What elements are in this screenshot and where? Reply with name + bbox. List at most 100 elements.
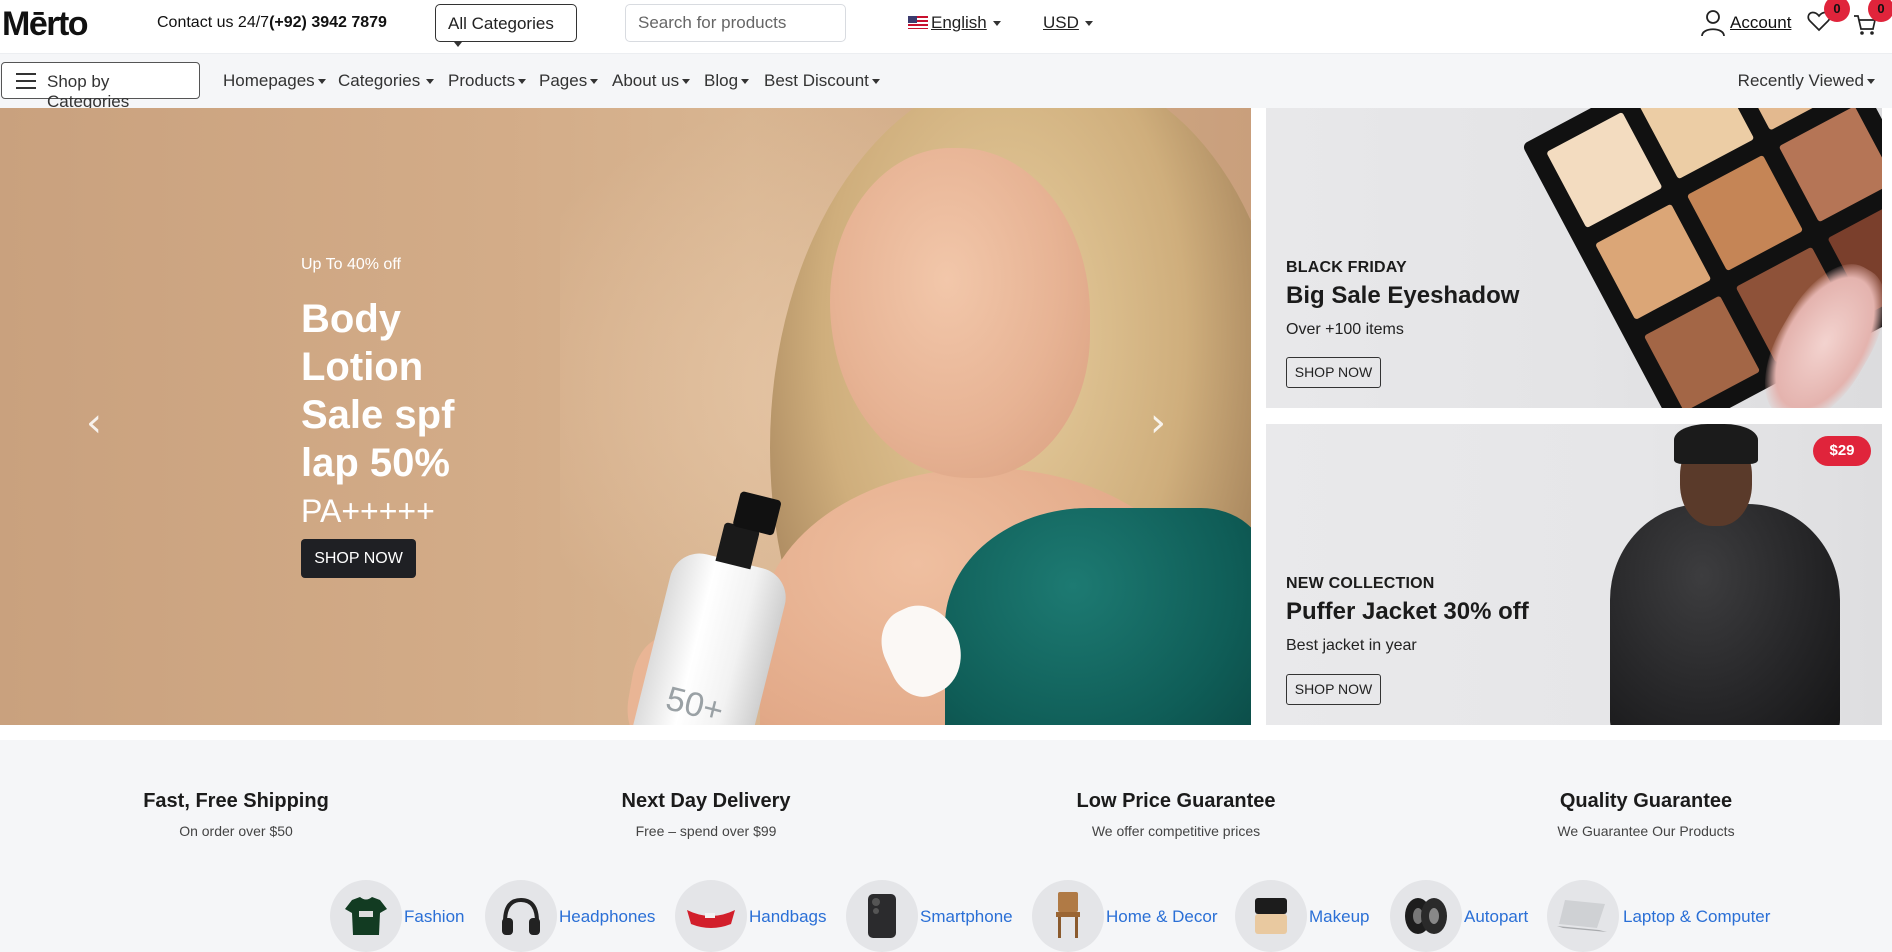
- model-beanie: [1674, 424, 1758, 464]
- chevron-down-icon: [1084, 21, 1093, 27]
- laptop-icon: [1557, 900, 1607, 932]
- wishlist-count-badge: 0: [1824, 0, 1850, 22]
- category-label: Home & Decor: [1106, 907, 1218, 926]
- category-thumb: [485, 880, 557, 952]
- hero-title-secondary: PA+++++: [301, 493, 435, 529]
- feature-title: Quality Guarantee: [1559, 790, 1733, 812]
- nav-label: Homepages: [223, 71, 315, 90]
- shop-by-categories-button[interactable]: Shop by Categories: [1, 62, 200, 111]
- account-link[interactable]: Account: [1700, 9, 1791, 39]
- nav-item-blog[interactable]: Blog: [704, 71, 750, 91]
- chevron-down-icon: [454, 42, 462, 48]
- category-thumb: [330, 880, 402, 952]
- nav-item-products[interactable]: Products: [448, 71, 527, 91]
- palette-pan: [1686, 154, 1804, 272]
- slider-prev-icon[interactable]: ‹: [86, 400, 102, 446]
- smartphone-icon: [868, 894, 896, 938]
- category-label: Headphones: [559, 907, 656, 926]
- category-home-decor[interactable]: Home & Decor: [1032, 880, 1217, 952]
- category-thumb: [1032, 880, 1104, 952]
- chevron-down-icon: [1867, 79, 1875, 85]
- user-icon: [1701, 10, 1725, 37]
- nav-item-best-discount[interactable]: Best Discount: [764, 71, 880, 91]
- category-thumb: [1547, 880, 1619, 952]
- category-handbags[interactable]: Handbags: [675, 880, 835, 952]
- banner-title: Big Sale Eyeshadow: [1286, 282, 1520, 309]
- banner-label: BLACK FRIDAY: [1286, 259, 1407, 276]
- nav-label: Categories: [338, 71, 421, 90]
- banner-label: NEW COLLECTION: [1286, 575, 1435, 592]
- chevron-down-icon: [317, 79, 326, 85]
- feature-description: We offer competitive prices: [1091, 823, 1261, 839]
- feature-title: Fast, Free Shipping: [143, 790, 329, 812]
- headphones-icon: [502, 897, 540, 935]
- category-label: Fashion: [404, 907, 465, 926]
- main-nav: Shop by Categories Homepages Categories …: [0, 54, 1892, 111]
- recently-viewed-dropdown[interactable]: Recently Viewed: [1738, 71, 1875, 91]
- slider-next-icon[interactable]: ›: [1150, 400, 1166, 446]
- logo[interactable]: Mērto: [2, 5, 89, 44]
- nav-item-about-us[interactable]: About us: [612, 71, 691, 91]
- category-smartphone[interactable]: Smartphone: [846, 880, 1021, 952]
- category-label: Laptop & Computer: [1623, 907, 1771, 926]
- palette-pan: [1595, 203, 1712, 320]
- category-label: Handbags: [749, 907, 827, 926]
- account-label: Account: [1730, 13, 1792, 32]
- menu-icon: [16, 73, 36, 94]
- puffer-jacket: [1610, 504, 1840, 725]
- nav-label: Blog: [704, 71, 739, 90]
- feature-description: Free – spend over $99: [635, 823, 777, 839]
- chevron-down-icon: [426, 79, 435, 85]
- feature-title: Low Price Guarantee: [1076, 790, 1276, 812]
- shop-by-categories-label: Shop by Categories: [47, 72, 130, 111]
- currency-dropdown[interactable]: USD: [1043, 13, 1093, 33]
- all-categories-dropdown[interactable]: All Categories: [435, 4, 577, 48]
- price-badge: $29: [1813, 436, 1871, 466]
- contact-label: Contact us 24/7: [157, 14, 270, 31]
- nav-item-pages[interactable]: Pages: [539, 71, 599, 91]
- category-autopart[interactable]: Autopart: [1390, 880, 1530, 952]
- nav-item-categories[interactable]: Categories: [338, 71, 435, 91]
- banner-title: Puffer Jacket 30% off: [1286, 598, 1529, 625]
- hero-slider[interactable]: 50+: [0, 108, 1251, 725]
- chevron-down-icon: [518, 79, 527, 85]
- chevron-down-icon: [992, 21, 1001, 27]
- top-header: Mērto Contact us 24/7(+92) 3942 7879 All…: [0, 0, 1892, 54]
- category-fashion[interactable]: Fashion: [330, 880, 470, 952]
- palette-pan: [1643, 295, 1761, 408]
- currency-label: USD: [1043, 13, 1079, 32]
- tshirt-icon: [345, 897, 387, 935]
- search-input[interactable]: [625, 4, 846, 42]
- cart-count-badge: 0: [1868, 0, 1892, 22]
- chair-icon: [1056, 892, 1080, 938]
- nav-item-homepages[interactable]: Homepages: [223, 71, 326, 91]
- nav-label: Pages: [539, 71, 588, 90]
- category-label: Smartphone: [920, 907, 1013, 926]
- recently-viewed-label: Recently Viewed: [1737, 71, 1864, 90]
- chevron-down-icon: [871, 79, 880, 85]
- jacket-model-image: [1560, 424, 1860, 725]
- hero-title: Body Lotion Sale spf lap 50%: [301, 297, 455, 485]
- nav-label: About us: [612, 71, 680, 90]
- chevron-down-icon: [741, 79, 750, 85]
- category-label: Makeup: [1309, 907, 1370, 926]
- category-makeup[interactable]: Makeup: [1235, 880, 1375, 952]
- feature-item: Fast, Free Shipping On order over $50: [86, 790, 386, 839]
- us-flag-icon: [908, 16, 928, 29]
- hero-subtitle: Up To 40% off: [301, 256, 401, 273]
- category-laptop-computer[interactable]: Laptop & Computer: [1547, 880, 1777, 952]
- contact-phone[interactable]: (+92) 3942 7879: [269, 14, 387, 31]
- category-headphones[interactable]: Headphones: [485, 880, 660, 952]
- chevron-down-icon: [682, 79, 691, 85]
- category-label: Autopart: [1464, 907, 1529, 926]
- nav-label: Best Discount: [764, 71, 869, 90]
- eyeshadow-shop-now-button[interactable]: SHOP NOW: [1286, 357, 1381, 388]
- language-label: English: [931, 13, 987, 32]
- category-thumb: [675, 880, 747, 952]
- all-categories-label: All Categories: [448, 14, 554, 33]
- category-thumb: [1235, 880, 1307, 952]
- jacket-shop-now-button[interactable]: SHOP NOW: [1286, 674, 1381, 705]
- language-dropdown[interactable]: English: [908, 13, 1001, 33]
- nav-label: Products: [448, 71, 516, 90]
- hero-shop-now-button[interactable]: SHOP NOW: [301, 539, 416, 578]
